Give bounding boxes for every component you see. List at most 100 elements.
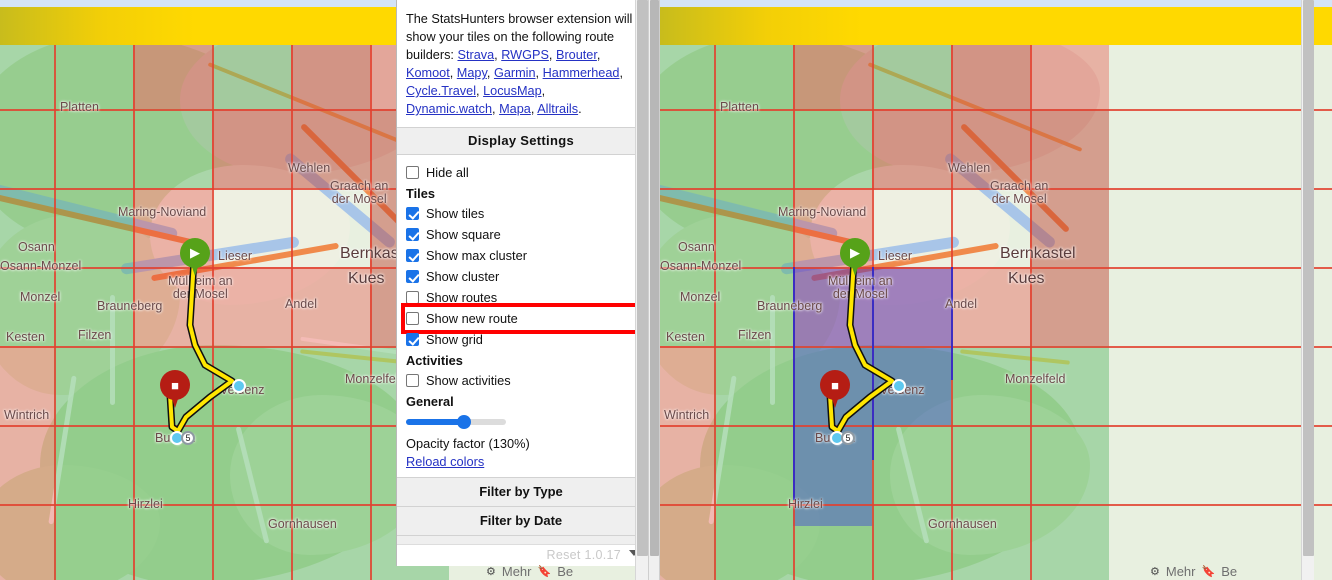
route-builder-link-mapy[interactable]: Mapy bbox=[457, 66, 487, 80]
checkbox-row-show-grid[interactable]: Show grid bbox=[406, 329, 636, 350]
display-settings-header[interactable]: Display Settings bbox=[397, 127, 645, 155]
map-label: Lieser bbox=[878, 249, 912, 263]
checkbox-row-show-new-route[interactable]: Show new route bbox=[406, 308, 636, 329]
hide-all-checkbox[interactable] bbox=[406, 166, 419, 179]
map-label: Wintrich bbox=[664, 408, 709, 422]
accordion-filter-by-type[interactable]: Filter by Type bbox=[397, 478, 645, 507]
accordion-filter-by-date[interactable]: Filter by Date bbox=[397, 507, 645, 536]
waypoint-numbered[interactable]: 5 bbox=[841, 431, 855, 445]
show-activities-checkbox[interactable] bbox=[406, 374, 419, 387]
show-grid-label: Show grid bbox=[426, 332, 483, 347]
play-icon: ▶ bbox=[840, 238, 870, 268]
bookmark-icon: 🔖 bbox=[538, 565, 552, 578]
slider-fill bbox=[406, 419, 464, 425]
map-label: Monzel bbox=[680, 290, 720, 304]
group-title-tiles: Tiles bbox=[406, 186, 636, 201]
display-settings-panel-before: The StatsHunters browser extension will … bbox=[396, 0, 646, 566]
show-square-checkbox[interactable] bbox=[406, 228, 419, 241]
start-marker[interactable]: ▶ bbox=[840, 238, 870, 278]
route-builder-link-brouter[interactable]: Brouter bbox=[556, 48, 597, 62]
show-new-route-checkbox[interactable] bbox=[406, 312, 419, 325]
map-label: Andel bbox=[945, 297, 977, 311]
map-label: Bernkastel bbox=[1000, 245, 1076, 263]
route-builder-link-garmin[interactable]: Garmin bbox=[494, 66, 536, 80]
show-routes-checkbox[interactable] bbox=[406, 291, 419, 304]
map-label: Filzen bbox=[738, 328, 771, 342]
start-marker[interactable]: ▶ bbox=[180, 238, 210, 278]
route-builder-link-dynamic-watch[interactable]: Dynamic.watch bbox=[406, 102, 492, 116]
display-settings-body: Hide all Tiles Show tiles Show square Show … bbox=[397, 155, 645, 477]
route-builder-link-mapa[interactable]: Mapa bbox=[499, 102, 531, 116]
map-label: Osann bbox=[18, 240, 55, 254]
stop-icon: ■ bbox=[820, 370, 850, 400]
map-label: Braune​berg bbox=[97, 299, 162, 313]
map-label: Osann bbox=[678, 240, 715, 254]
pane-divider-scrollbar[interactable] bbox=[648, 0, 660, 580]
end-marker[interactable]: ■ bbox=[820, 370, 850, 410]
checkbox-row-show-routes[interactable]: Show routes bbox=[406, 287, 636, 308]
map-label: Mülheim an der Mosel bbox=[828, 275, 893, 301]
checkbox-row-show-max-cluster[interactable]: Show max cluster bbox=[406, 245, 636, 266]
map-label: Andel bbox=[285, 297, 317, 311]
waypoint-marker[interactable] bbox=[892, 379, 906, 393]
map-label: Lieser bbox=[218, 249, 252, 263]
screenshot-pane-after: PlattenMaring-NoviandWehlenGraach an der… bbox=[660, 0, 1332, 580]
route-builder-link-alltrails[interactable]: Alltrails bbox=[537, 102, 578, 116]
taskbar-item-label[interactable]: Be bbox=[557, 564, 573, 579]
taskbar-item-label[interactable]: Mehr bbox=[502, 564, 532, 579]
bookmark-icon: 🔖 bbox=[1202, 565, 1216, 578]
scrollbar-thumb[interactable] bbox=[650, 0, 659, 556]
map-label: Kesten bbox=[6, 330, 45, 344]
route-track bbox=[0, 45, 300, 195]
checkbox-row-show-cluster[interactable]: Show cluster bbox=[406, 266, 636, 287]
map-label: Kesten bbox=[666, 330, 705, 344]
checkbox-row-show-square[interactable]: Show square bbox=[406, 224, 636, 245]
checkbox-row-show-activities[interactable]: Show activities bbox=[406, 370, 636, 391]
map-label: Gornhausen bbox=[928, 517, 997, 531]
show-new-route-label: Show new route bbox=[426, 311, 518, 326]
show-max-cluster-checkbox[interactable] bbox=[406, 249, 419, 262]
route-builder-link-hammerhead[interactable]: Hammerhead bbox=[543, 66, 620, 80]
opacity-slider-wrap[interactable] bbox=[406, 411, 636, 430]
show-max-cluster-label: Show max cluster bbox=[426, 248, 527, 263]
map-canvas-after[interactable]: PlattenMaring-NoviandWehlenGraach an der… bbox=[660, 45, 1332, 580]
end-marker[interactable]: ■ bbox=[160, 370, 190, 410]
map-label: Maring-Noviand bbox=[118, 205, 206, 219]
scrollbar-thumb[interactable] bbox=[1303, 0, 1314, 556]
hide-all-label: Hide all bbox=[426, 165, 469, 180]
waypoint-marker[interactable] bbox=[232, 379, 246, 393]
waypoint-numbered[interactable]: 5 bbox=[181, 431, 195, 445]
route-builder-link-komoot[interactable]: Komoot bbox=[406, 66, 450, 80]
scrollbar-thumb[interactable] bbox=[637, 0, 648, 556]
route-builder-link-rwgps[interactable]: RWGPS bbox=[501, 48, 549, 62]
page-scrollbar-before[interactable] bbox=[635, 0, 648, 580]
taskbar-item-label[interactable]: Be bbox=[1221, 564, 1237, 579]
opacity-slider[interactable] bbox=[406, 416, 506, 428]
play-icon: ▶ bbox=[180, 238, 210, 268]
reload-colors-link[interactable]: Reload colors bbox=[406, 454, 484, 469]
map-label: Monzelfeld bbox=[1005, 372, 1065, 386]
map-label: Wintrich bbox=[4, 408, 49, 422]
show-tiles-checkbox[interactable] bbox=[406, 207, 419, 220]
route-builder-link-cycle-travel[interactable]: Cycle.Travel bbox=[406, 84, 476, 98]
page-scrollbar-after[interactable] bbox=[1301, 0, 1314, 580]
show-grid-checkbox[interactable] bbox=[406, 333, 419, 346]
taskbar-fragment-left: ⚙ Mehr 🔖 Be bbox=[486, 562, 573, 580]
screenshot-pane-before: PlattenMaring-NoviandWehlenGraach an der… bbox=[0, 0, 648, 580]
show-cluster-checkbox[interactable] bbox=[406, 270, 419, 283]
slider-knob[interactable] bbox=[457, 415, 471, 429]
map-label: Graach an der Mosel bbox=[990, 180, 1048, 206]
map-label: Maring-Noviand bbox=[778, 205, 866, 219]
taskbar-item-label[interactable]: Mehr bbox=[1166, 564, 1196, 579]
route-builder-link-locusmap[interactable]: LocusMap bbox=[483, 84, 542, 98]
general-group-title: General bbox=[406, 394, 636, 409]
map-label: Monzel bbox=[20, 290, 60, 304]
checkbox-row-show-tiles[interactable]: Show tiles bbox=[406, 203, 636, 224]
reset-version-label[interactable]: Reset 1.0.17 bbox=[547, 548, 621, 562]
map-label: Mülheim an der Mosel bbox=[168, 275, 233, 301]
route-builder-link-strava[interactable]: Strava bbox=[457, 48, 494, 62]
map-label: Filzen bbox=[78, 328, 111, 342]
show-square-label: Show square bbox=[426, 227, 501, 242]
map-label: Osann-Monzel bbox=[660, 259, 741, 273]
checkbox-row-hide-all[interactable]: Hide all bbox=[406, 162, 636, 183]
